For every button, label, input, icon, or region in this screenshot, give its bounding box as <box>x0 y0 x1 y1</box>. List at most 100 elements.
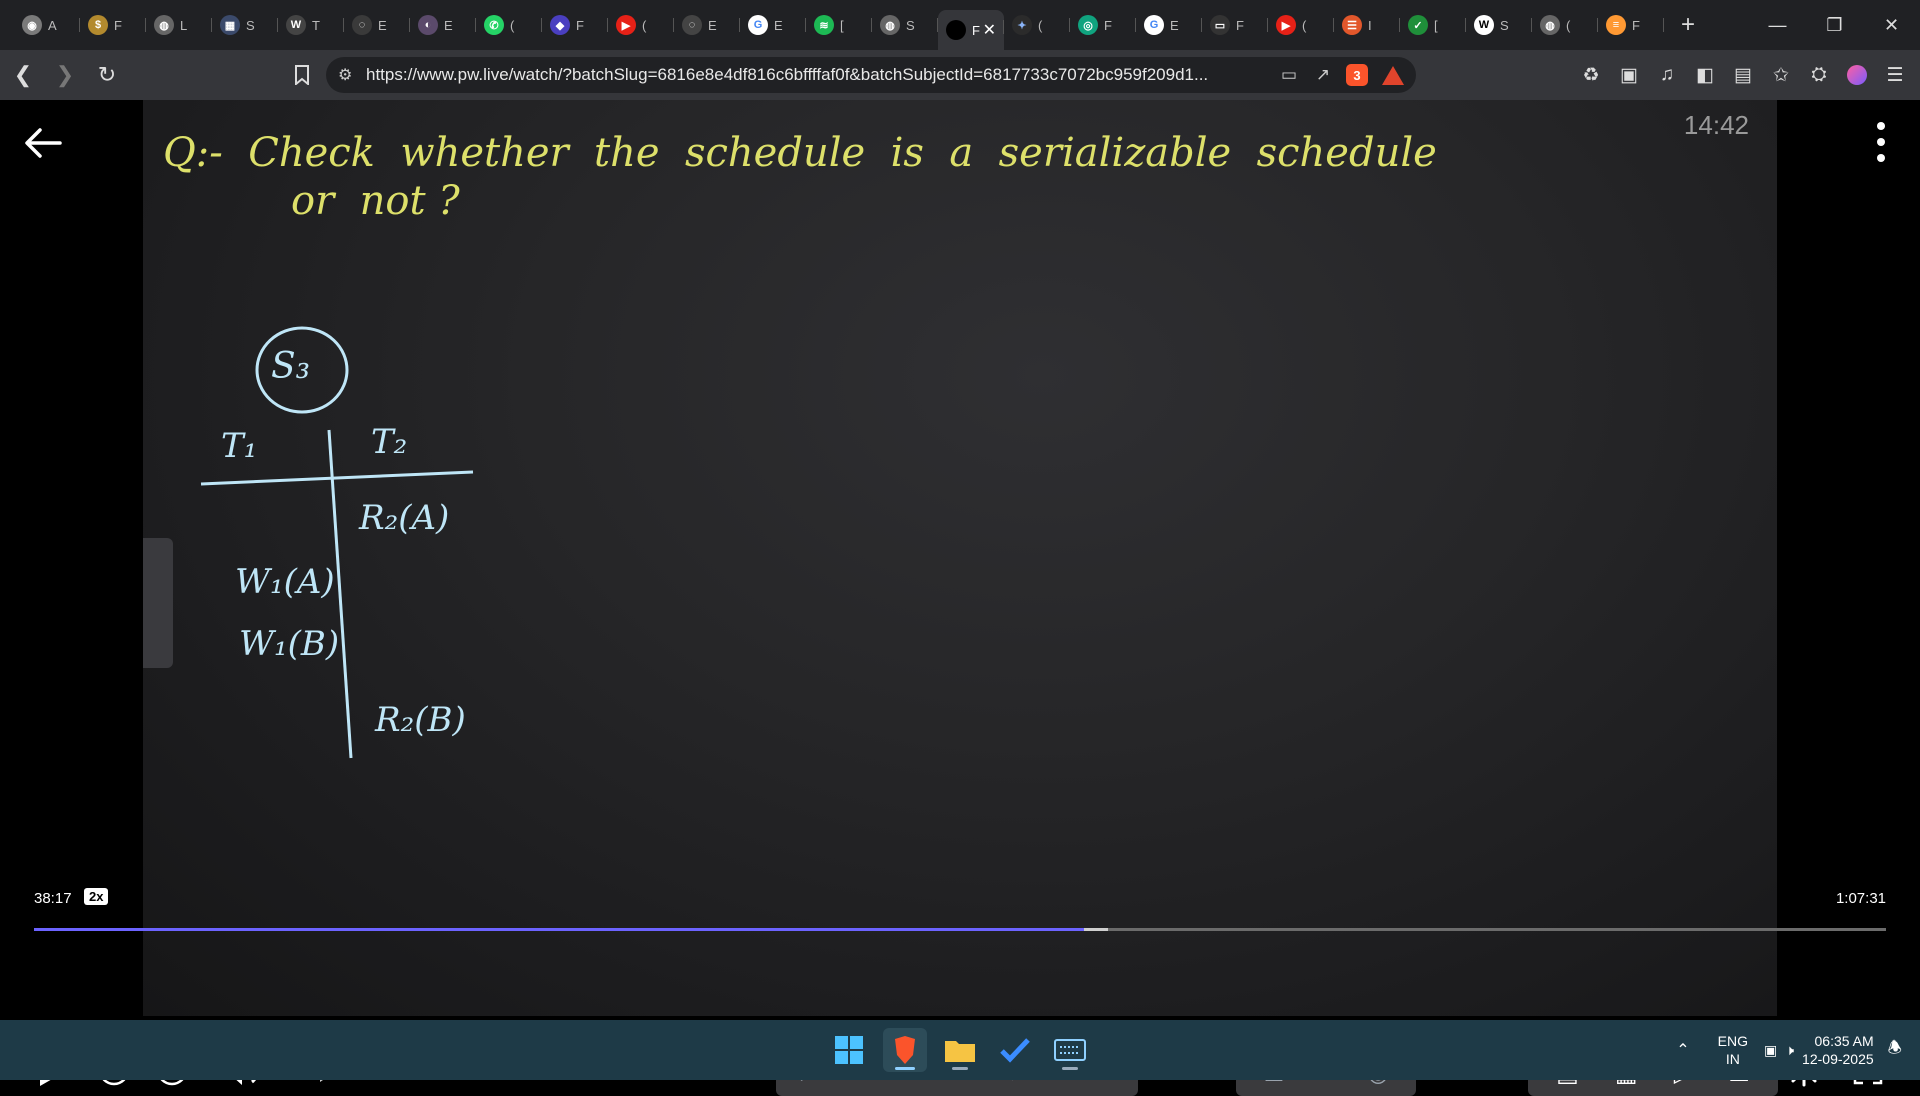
browser-toolbar: ❮ ❯ ↻ ⚙ ▭ ↗ 3 ♻ ▣ ♫ ◧ ▤ ✩ ⛭ ☰ <box>0 50 1920 100</box>
tab-title: A <box>48 17 57 33</box>
address-bar[interactable]: ⚙ ▭ ↗ 3 <box>326 57 1416 93</box>
tab-title: ( <box>1302 17 1307 33</box>
favorites-icon[interactable]: ✩ <box>1762 56 1800 94</box>
tab-favicon-icon: W <box>1474 15 1494 35</box>
site-settings-icon[interactable]: ⚙ <box>338 65 366 85</box>
media-icon[interactable]: ♫ <box>1648 56 1686 94</box>
notification-bell-icon[interactable]: 🕭 <box>1888 1037 1902 1064</box>
folder-icon <box>945 1041 975 1062</box>
toolbar-actions: ♻ ▣ ♫ ◧ ▤ ✩ ⛭ ☰ <box>1572 56 1914 94</box>
browser-tab[interactable]: ◆ F <box>542 8 608 42</box>
column-t1: T₁ <box>221 426 258 466</box>
vpn-icon[interactable]: ⛭ <box>1800 56 1838 94</box>
clock[interactable]: 06:35 AM 12-09-2025 <box>1802 1032 1874 1068</box>
restore-button[interactable]: ❐ <box>1806 0 1863 50</box>
browser-tab[interactable]: F ✕ <box>938 10 1004 50</box>
browser-tab[interactable]: ▶( <box>608 8 674 42</box>
tab-favicon-icon: ☰ <box>1342 15 1362 35</box>
browser-tab[interactable]: GE <box>1136 8 1202 42</box>
tab-title: S <box>1500 17 1509 33</box>
browser-tab[interactable]: ◍( <box>1532 8 1598 42</box>
browser-tab[interactable]: ◐ E <box>410 8 476 42</box>
browser-tab[interactable]: $ F <box>80 8 146 42</box>
tab-favicon-icon: ▶ <box>1276 15 1296 35</box>
speed-badge[interactable]: 2x <box>84 888 109 905</box>
minimize-button[interactable]: — <box>1749 0 1806 50</box>
browser-tab[interactable]: ✓[ <box>1400 8 1466 42</box>
browser-tab[interactable]: GE <box>740 8 806 42</box>
reload-button[interactable]: ↻ <box>88 56 126 94</box>
taskbar-brave[interactable] <box>883 1028 927 1072</box>
tab-title: F <box>114 17 122 33</box>
browser-tab[interactable]: ▦ S <box>212 8 278 42</box>
tab-title: [ <box>840 17 844 33</box>
browser-tab[interactable]: ▶( <box>1268 8 1334 42</box>
back-button[interactable]: ❮ <box>4 56 42 94</box>
tab-favicon-icon: ◍ <box>154 15 174 35</box>
tab-favicon-icon: W <box>286 15 306 35</box>
tab-favicon-icon <box>946 20 966 40</box>
sidebar-icon[interactable]: ◧ <box>1686 56 1724 94</box>
back-arrow-icon[interactable] <box>22 122 64 164</box>
board-side-handle[interactable] <box>143 538 173 668</box>
clock-time: 06:35 AM <box>1814 1033 1874 1049</box>
tab-favicon-icon: ▦ <box>220 15 240 35</box>
tab-favicon-icon: ✓ <box>1408 15 1428 35</box>
board-clock: 14:42 <box>1683 110 1749 140</box>
keyboard-icon <box>1054 1039 1086 1061</box>
close-tab-icon[interactable]: ✕ <box>983 20 996 40</box>
tab-title: T <box>312 17 320 33</box>
extensions-icon[interactable]: ♻ <box>1572 56 1610 94</box>
tab-favicon-icon: ◍ <box>880 15 900 35</box>
share-icon[interactable]: ↗ <box>1306 65 1340 85</box>
bookmark-icon[interactable] <box>288 65 316 85</box>
speaker-icon[interactable]: 🕨 <box>1785 1042 1794 1059</box>
browser-tab[interactable]: ◌ E <box>344 8 410 42</box>
tab-favicon-icon: ≋ <box>814 15 834 35</box>
brave-rewards-icon[interactable] <box>1382 65 1404 85</box>
schedule-name: S₃ <box>271 346 311 387</box>
show-hidden-icons-icon[interactable]: ⌃ <box>1676 1040 1689 1060</box>
taskbar-file-explorer[interactable] <box>938 1028 982 1072</box>
tab-title: E <box>378 17 387 33</box>
tab-title: F <box>1236 17 1244 33</box>
browser-tab[interactable]: WS <box>1466 8 1532 42</box>
tab-favicon-icon: ◐ <box>418 15 438 35</box>
browser-tab[interactable]: ≡ F <box>1598 8 1664 42</box>
op-r2b: R₂(B) <box>375 700 466 740</box>
tab-title: F <box>576 17 584 33</box>
browser-tab[interactable]: ▭ F <box>1202 8 1268 42</box>
browser-tab[interactable]: ◉ A <box>14 8 80 42</box>
start-button[interactable] <box>827 1028 871 1072</box>
browser-tab[interactable]: ◍ L <box>146 8 212 42</box>
browser-tab[interactable]: ≋[ <box>806 8 872 42</box>
browser-tab[interactable]: WT <box>278 8 344 42</box>
leo-icon[interactable] <box>1838 56 1876 94</box>
network-icon[interactable]: ▣ <box>1764 1042 1777 1059</box>
browser-tab[interactable]: ✆( <box>476 8 542 42</box>
seek-bar[interactable] <box>34 928 1886 931</box>
screenshot-icon[interactable]: ▣ <box>1610 56 1648 94</box>
taskbar-keyboard[interactable] <box>1048 1028 1092 1072</box>
wallet-icon[interactable]: ▤ <box>1724 56 1762 94</box>
brave-shields-icon[interactable]: 3 <box>1346 64 1368 86</box>
cast-icon[interactable]: ▭ <box>1272 65 1306 85</box>
browser-tab[interactable]: ◍ S <box>872 8 938 42</box>
video-player[interactable]: 14:42 Q:- Check whether the schedule is … <box>0 100 1920 1096</box>
tab-favicon-icon: G <box>1144 15 1164 35</box>
language-indicator[interactable]: ENG IN <box>1718 1032 1748 1068</box>
tab-favicon-icon: ◍ <box>1540 15 1560 35</box>
browser-tab[interactable]: ◌ E <box>674 8 740 42</box>
tab-title: E <box>1170 17 1179 33</box>
browser-tab[interactable]: ✦( <box>1004 8 1070 42</box>
close-window-button[interactable]: ✕ <box>1863 0 1920 50</box>
menu-icon[interactable]: ☰ <box>1876 56 1914 94</box>
clock-date: 12-09-2025 <box>1802 1051 1874 1067</box>
browser-tab[interactable]: ◎ F <box>1070 8 1136 42</box>
url-input[interactable] <box>366 65 1272 85</box>
browser-tab[interactable]: ☰ I <box>1334 8 1400 42</box>
more-options-icon[interactable] <box>1876 122 1886 162</box>
taskbar-todo[interactable] <box>993 1028 1037 1072</box>
forward-button[interactable]: ❯ <box>46 56 84 94</box>
new-tab-button[interactable]: + <box>1668 8 1708 42</box>
